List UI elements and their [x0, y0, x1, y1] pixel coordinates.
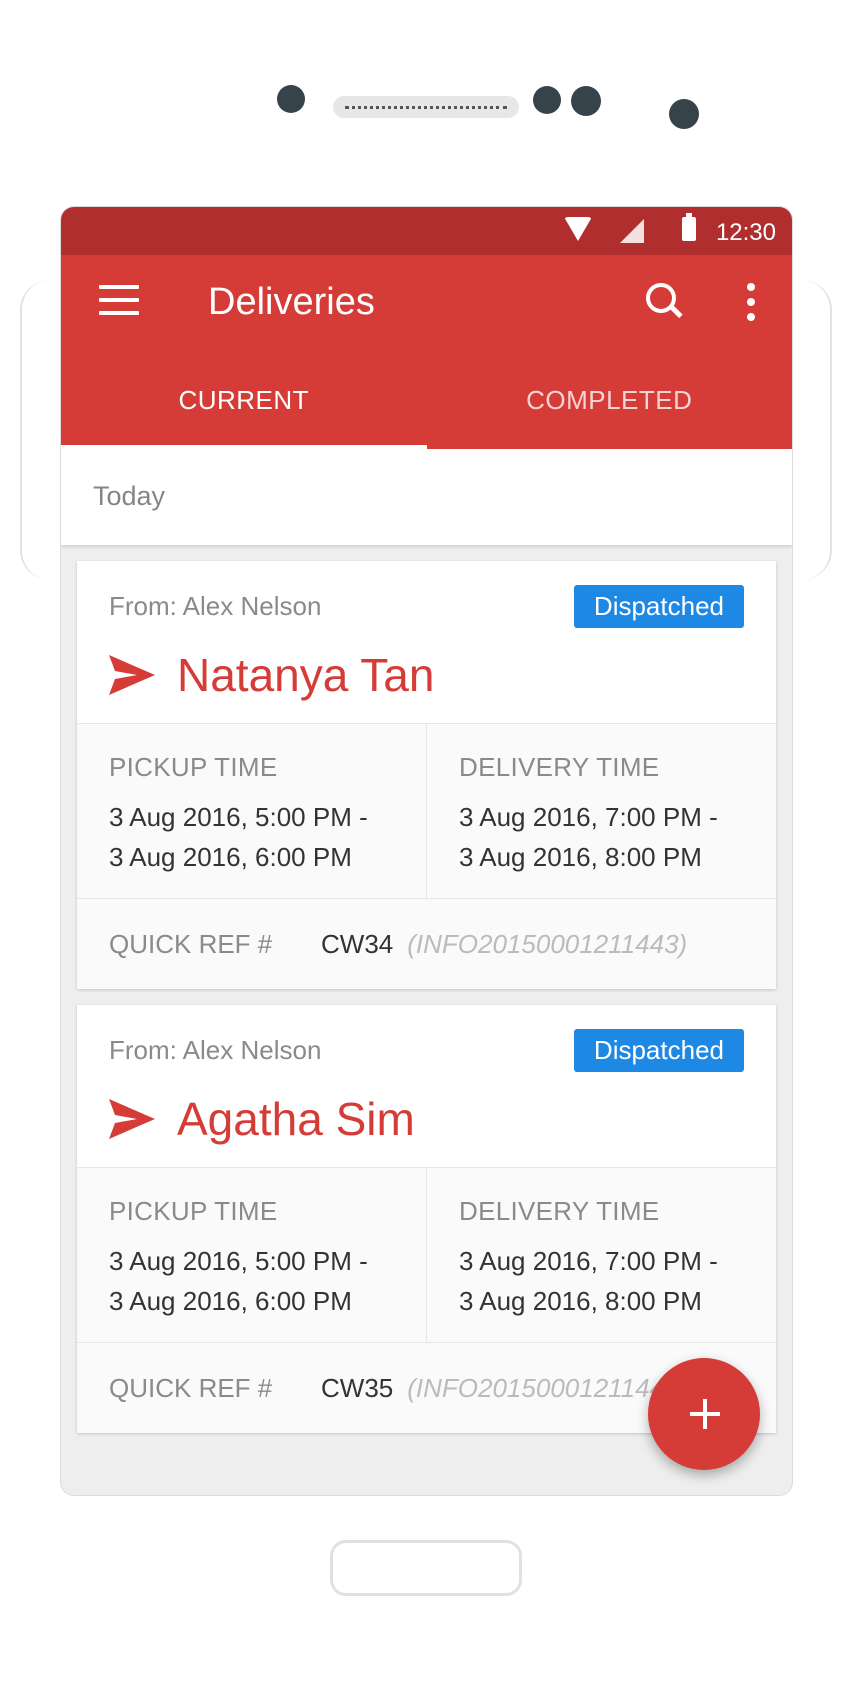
quick-ref-label: QUICK REF # [109, 928, 273, 959]
delivery-time-end: 3 Aug 2016, 8:00 PM [459, 842, 702, 872]
pickup-time-label: PICKUP TIME [109, 1196, 278, 1226]
delivery-time-start: 3 Aug 2016, 7:00 PM - [459, 802, 718, 832]
send-icon [109, 655, 155, 695]
delivery-time-end: 3 Aug 2016, 8:00 PM [459, 1286, 702, 1316]
status-time: 12:30 [715, 219, 776, 246]
phone-screen: 12:30 Deliveries CURRENT COMPLETED Today… [60, 206, 793, 1496]
recipient-row: Agatha Sim [109, 1092, 744, 1146]
light-sensor [571, 86, 601, 116]
delivery-time-label: DELIVERY TIME [459, 1196, 660, 1226]
delivery-time-start: 3 Aug 2016, 7:00 PM - [459, 1246, 718, 1276]
delivery-time-label: DELIVERY TIME [459, 752, 660, 782]
quick-ref-code: CW34 [321, 928, 394, 959]
delivery-card[interactable]: From: Alex Nelson Dispatched Natanya Tan… [77, 561, 776, 989]
pickup-time: PICKUP TIME 3 Aug 2016, 5:00 PM - 3 Aug … [77, 724, 426, 898]
recipient-name: Agatha Sim [177, 1093, 415, 1145]
section-header-today: Today [61, 449, 792, 545]
delivery-time: DELIVERY TIME 3 Aug 2016, 7:00 PM - 3 Au… [426, 1168, 776, 1342]
add-delivery-button[interactable] [648, 1358, 760, 1470]
app-bar: Deliveries [61, 255, 792, 351]
home-button[interactable] [330, 1540, 522, 1596]
battery-icon [682, 213, 696, 241]
quick-ref-info: (INFO2015000121144 [407, 1372, 665, 1403]
quick-ref-code: CW35 [321, 1372, 394, 1403]
pickup-time-end: 3 Aug 2016, 6:00 PM [109, 842, 352, 872]
wifi-icon [564, 217, 592, 241]
delivery-time: DELIVERY TIME 3 Aug 2016, 7:00 PM - 3 Au… [426, 724, 776, 898]
tab-bar: CURRENT COMPLETED [61, 351, 792, 449]
delivery-list: From: Alex Nelson Dispatched Natanya Tan… [61, 545, 792, 1433]
quick-ref-info: (INFO20150001211443) [407, 928, 688, 959]
pickup-time-start: 3 Aug 2016, 5:00 PM - [109, 802, 368, 832]
card-header: From: Alex Nelson Dispatched Natanya Tan [77, 561, 776, 723]
more-vert-icon[interactable] [746, 283, 756, 321]
pickup-time-start: 3 Aug 2016, 5:00 PM - [109, 1246, 368, 1276]
tab-completed[interactable]: COMPLETED [427, 351, 793, 449]
quick-ref-label: QUICK REF # [109, 1372, 273, 1403]
send-icon [109, 1099, 155, 1139]
menu-icon[interactable] [99, 285, 139, 315]
pickup-time-end: 3 Aug 2016, 6:00 PM [109, 1286, 352, 1316]
time-window: PICKUP TIME 3 Aug 2016, 5:00 PM - 3 Aug … [77, 1167, 776, 1343]
notification-led [669, 99, 699, 129]
status-badge: Dispatched [573, 1029, 744, 1072]
pickup-time-label: PICKUP TIME [109, 752, 278, 782]
recipient-name: Natanya Tan [177, 649, 435, 701]
time-window: PICKUP TIME 3 Aug 2016, 5:00 PM - 3 Aug … [77, 723, 776, 899]
pickup-time: PICKUP TIME 3 Aug 2016, 5:00 PM - 3 Aug … [77, 1168, 426, 1342]
page-title: Deliveries [208, 281, 375, 323]
status-badge: Dispatched [573, 585, 744, 628]
quick-ref-row: QUICK REF # CW34 (INFO20150001211443) [77, 899, 776, 989]
search-icon[interactable] [644, 281, 684, 321]
earpiece-speaker [333, 96, 519, 118]
status-bar: 12:30 [61, 207, 792, 255]
tab-current[interactable]: CURRENT [61, 351, 427, 449]
proximity-sensor [533, 86, 561, 114]
front-camera [277, 85, 305, 113]
signal-icon [620, 219, 644, 243]
recipient-row: Natanya Tan [109, 648, 744, 702]
card-header: From: Alex Nelson Dispatched Agatha Sim [77, 1005, 776, 1167]
